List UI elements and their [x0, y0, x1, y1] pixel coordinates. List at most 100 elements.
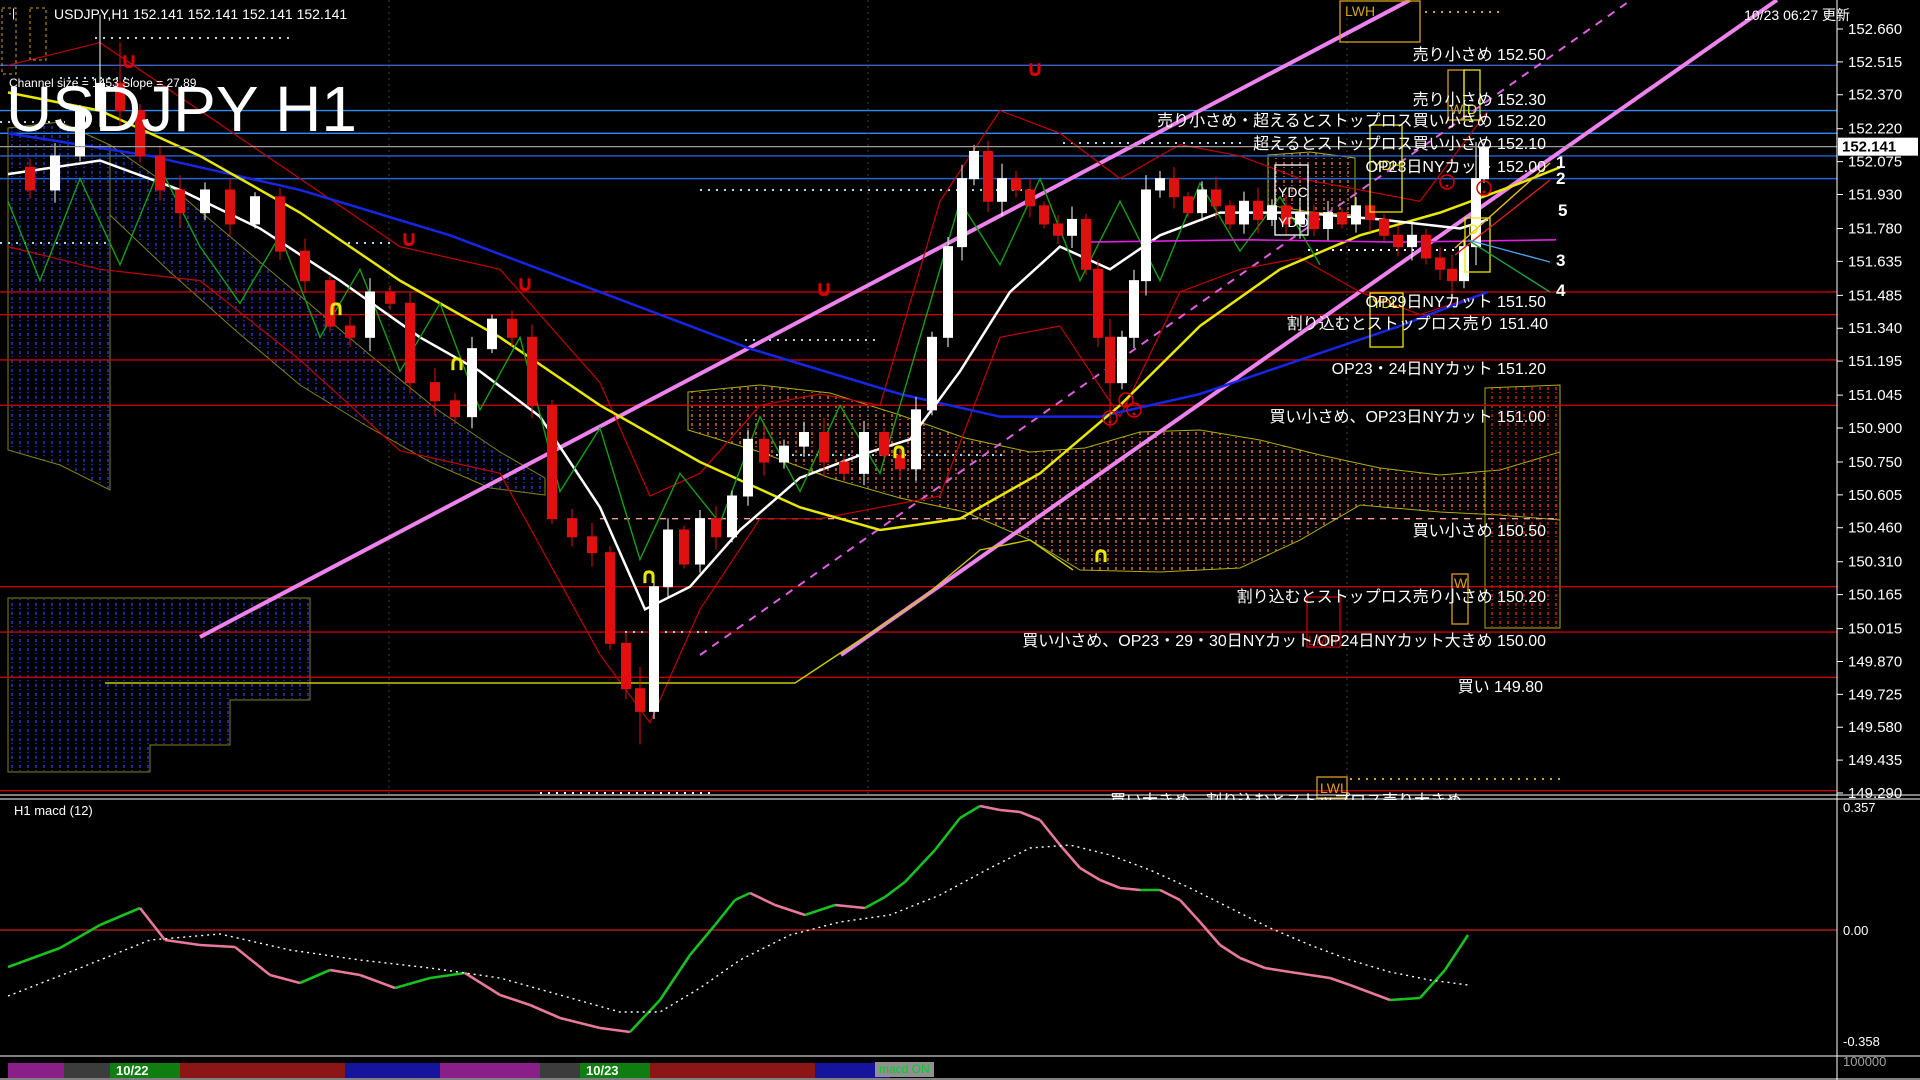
symbol-ohlc-line: USDJPY,H1 152.141 152.141 152.141 152.14…	[54, 6, 348, 22]
candle-body	[1053, 223, 1063, 236]
box-label-lwh: LWH	[1345, 3, 1375, 19]
macd-scale-min: -0.358	[1843, 1034, 1880, 1049]
box-label-ydo: YDO	[1278, 214, 1308, 230]
candle-body	[1447, 268, 1457, 282]
order-annotation: 超えるとストップロス買い小さめ 152.10	[1253, 135, 1546, 153]
candle-body	[1117, 336, 1127, 384]
candle-body	[983, 150, 993, 202]
projection-number-3: 3	[1556, 251, 1565, 270]
candle-body	[1093, 268, 1103, 338]
candle-body	[1379, 218, 1389, 236]
candle-body	[1197, 189, 1207, 214]
candle-body	[365, 291, 375, 338]
order-annotation: 買い 149.80	[1458, 679, 1543, 696]
candle-body	[345, 325, 355, 338]
candle-body	[743, 438, 753, 497]
candle-body	[663, 529, 673, 588]
macd-on-badge[interactable]: macd ON	[875, 1062, 934, 1077]
candle-body	[1393, 234, 1403, 248]
order-annotation: 買い小さめ、OP23・29・30日NYカット/OP24日NYカット大きめ 150…	[1022, 632, 1546, 650]
entry-circle-dot	[1108, 420, 1112, 424]
candle-body	[527, 336, 537, 406]
candle-body	[385, 291, 395, 304]
session-segment	[8, 1063, 64, 1078]
candle-body	[759, 438, 769, 463]
entry-circle-dot	[1124, 402, 1128, 406]
candle-body	[727, 495, 737, 538]
buy-signal-icon: ∩	[1092, 543, 1110, 568]
order-annotation: OP23・24日NYカット 151.20	[1332, 361, 1546, 378]
axis-tick-label: 152.370	[1848, 87, 1902, 104]
session-date-label: 10/22	[116, 1063, 149, 1078]
candle-body	[649, 586, 659, 712]
session-segment	[440, 1063, 540, 1078]
mt4-chart-window: ·| USDJPY H1 ∪ ∪ ∪ ∪ ∪ ∩ ∩ ∩ ∩ ∩ LWH W D YDH YDC YDO D. Y…	[0, 0, 1920, 1080]
candle-body	[605, 552, 615, 644]
candle-body	[1155, 178, 1165, 191]
session-segment	[540, 1063, 580, 1078]
candle-body	[819, 432, 829, 463]
axis-tick-label: 152.660	[1848, 21, 1902, 38]
candle-body	[997, 178, 1007, 202]
candle-body	[567, 518, 577, 538]
candle-body	[300, 250, 310, 282]
kumo-left-bottom	[7, 597, 311, 773]
sell-signal-icon: ∪	[516, 272, 534, 297]
candle-body	[839, 461, 849, 474]
candle-body	[1225, 205, 1235, 225]
axis-tick-label: 150.900	[1848, 420, 1902, 437]
candle-body	[250, 196, 260, 225]
candle-body	[1351, 205, 1361, 225]
order-annotation: 割り込むとストップロス売り小さめ 150.20	[1237, 588, 1546, 606]
axis-tick-label: 150.310	[1848, 554, 1902, 571]
macd-scale-zero: 0.00	[1843, 923, 1868, 938]
buy-signal-icon: ∩	[890, 439, 908, 464]
axis-tick-label: 149.580	[1848, 719, 1902, 736]
candle-body	[1105, 336, 1115, 384]
axis-tick-label: 150.015	[1848, 621, 1902, 638]
projection-number-4: 4	[1556, 281, 1566, 300]
candle-body	[1081, 218, 1091, 270]
box-label-ydc: YDC	[1278, 184, 1308, 200]
order-annotation: OP23日NYカット 152.00	[1365, 159, 1546, 176]
session-bar[interactable]: 10/22 10/23	[8, 1063, 890, 1078]
candle-body	[943, 246, 953, 338]
chart-corner-mark: ·|	[8, 6, 16, 20]
candle-body	[135, 110, 145, 157]
candle-body	[1011, 178, 1021, 191]
candle-body	[779, 445, 789, 463]
session-date-label: 10/23	[586, 1063, 619, 1078]
buy-signal-icon: ∩	[640, 564, 658, 589]
current-price-label: 152.141	[1842, 139, 1896, 156]
order-annotation: 買い小さめ、OP23日NYカット 151.00	[1269, 408, 1546, 426]
projection-line	[1467, 239, 1551, 263]
candle-body	[1141, 189, 1151, 282]
candle-body	[1239, 200, 1249, 225]
candle-body	[1407, 234, 1417, 248]
candle-body	[487, 318, 497, 350]
candle-body	[879, 432, 889, 456]
candle-body	[275, 196, 285, 252]
axis-tick-label: 151.045	[1848, 387, 1902, 404]
candle-body	[1337, 212, 1347, 225]
candle-body	[859, 432, 869, 474]
price-chart-canvas[interactable]: ∪ ∪∪∪ ∪∩∩∩∩∩LWHW DYDHYDCYDO D.YDLWLMHLWL1253…	[0, 0, 1920, 1080]
candle-body	[507, 318, 517, 338]
candle-body	[1025, 189, 1035, 207]
candle-body	[621, 642, 631, 690]
axis-tick-label: 151.195	[1848, 353, 1902, 370]
macd-indicator-label: H1 macd (12)	[14, 803, 93, 818]
sell-signal-icon: ∪	[815, 277, 833, 302]
candle-body	[467, 348, 477, 418]
entry-circle-dot	[1445, 184, 1449, 188]
sell-signal-icon: ∪	[400, 227, 418, 252]
order-annotation: 売り小さめ 152.30	[1413, 91, 1546, 109]
candle-body	[711, 518, 721, 538]
candle-body	[225, 189, 235, 225]
candle-body	[1323, 212, 1333, 229]
flat-magenta	[1084, 239, 1557, 243]
candle-body	[50, 155, 60, 191]
macd-scale-extra: 100000	[1843, 1054, 1886, 1069]
price-axis[interactable]: 152.660 152.515 152.370 152.220 152.075 151.9…	[1836, 0, 1918, 1080]
candle-body	[1421, 234, 1431, 259]
